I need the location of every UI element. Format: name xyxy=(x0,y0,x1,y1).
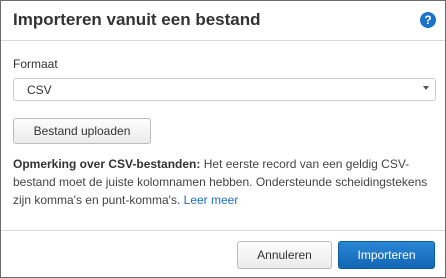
csv-note: Opmerking over CSV-bestanden: Het eerste… xyxy=(13,155,437,209)
learn-more-link[interactable]: Leer meer xyxy=(184,193,239,207)
format-select[interactable]: CSV xyxy=(13,78,436,101)
cancel-button[interactable]: Annuleren xyxy=(237,241,332,269)
format-label: Formaat xyxy=(13,57,58,71)
upload-file-button[interactable]: Bestand uploaden xyxy=(13,118,151,144)
format-select-value: CSV xyxy=(27,83,52,97)
caret-down-icon xyxy=(423,86,429,90)
csv-note-heading: Opmerking over CSV-bestanden: xyxy=(13,157,201,171)
import-dialog: Importeren vanuit een bestand ? Formaat … xyxy=(0,0,446,278)
import-button[interactable]: Importeren xyxy=(338,241,435,269)
footer-divider xyxy=(1,230,445,231)
help-icon[interactable]: ? xyxy=(420,12,436,28)
dialog-header: Importeren vanuit een bestand ? xyxy=(1,1,445,41)
dialog-title: Importeren vanuit een bestand xyxy=(13,10,261,29)
